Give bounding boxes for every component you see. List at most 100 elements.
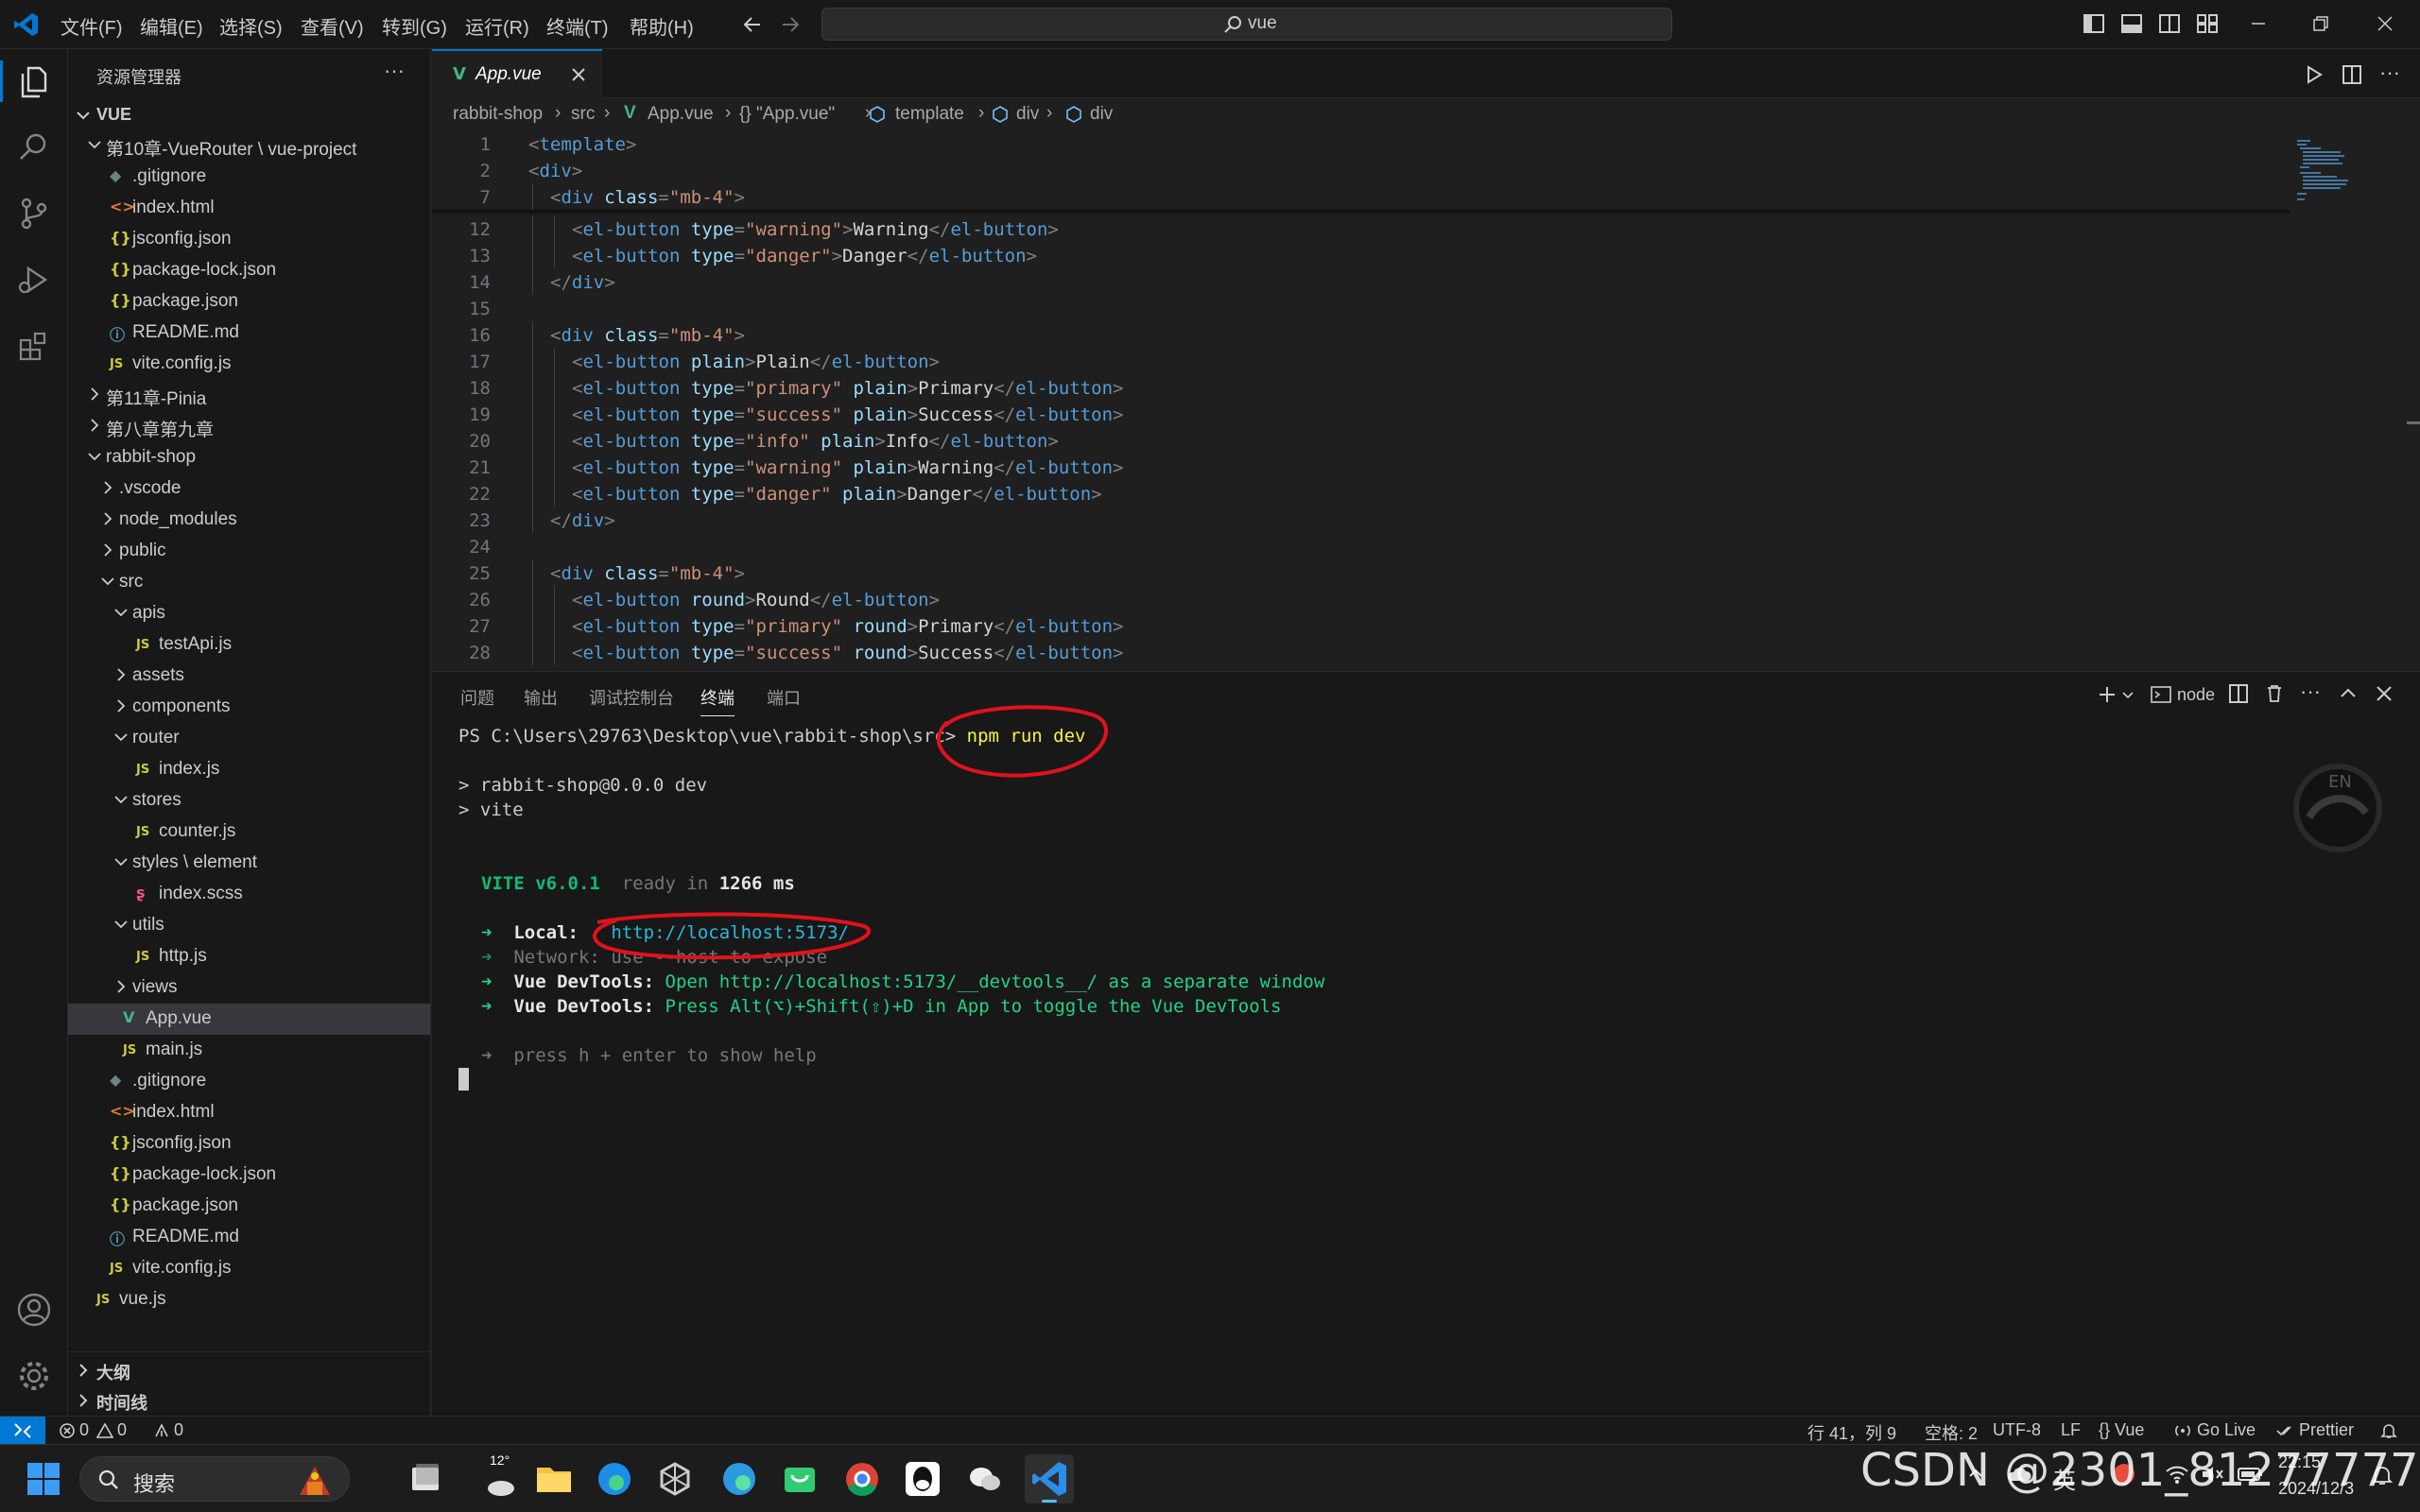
tree-file[interactable]: JS counter.js [68,816,430,848]
tree-file[interactable]: JS main.js [68,1035,430,1066]
breadcrumb-div[interactable]: div [1090,104,1113,125]
breadcrumb-template[interactable]: template [895,104,964,125]
trash-icon[interactable] [2264,683,2285,704]
menu-selection[interactable]: 选择(S) [219,12,283,40]
run-icon[interactable] [2304,64,2325,85]
tree-file[interactable]: ◆ .gitignore [68,1066,430,1097]
prettier-button[interactable]: Prettier [2299,1420,2354,1440]
tree-file[interactable]: JS http.js [68,941,430,972]
menu-edit[interactable]: 编辑(E) [140,12,203,40]
chrome-browser-icon[interactable] [838,1454,887,1503]
go-live-button[interactable]: Go Live [2197,1420,2256,1440]
breadcrumb-module[interactable]: {} "App.vue" [739,104,835,125]
breadcrumb-folder[interactable]: rabbit-shop [453,104,543,125]
line-ending[interactable]: LF [2061,1420,2081,1440]
tree-file[interactable]: {} package.json [68,1191,430,1222]
store-app-icon[interactable] [775,1454,824,1503]
indentation[interactable]: 空格: 2 [1925,1420,1978,1445]
back-arrow-icon[interactable] [741,13,764,36]
app-icon[interactable] [650,1454,700,1503]
tree-folder[interactable]: node_modules [68,505,430,536]
tree-folder[interactable]: public [68,536,430,567]
tree-folder[interactable]: styles \ element [68,848,430,879]
source-control-icon[interactable] [15,195,53,232]
tree-file[interactable]: ⓘ README.md [68,1222,430,1253]
extensions-icon[interactable] [15,327,53,365]
menu-file[interactable]: 文件(F) [60,12,123,40]
ports-count[interactable]: 0 [174,1420,183,1440]
restore-window-icon[interactable] [2310,13,2331,34]
cursor-position[interactable]: 行 41，列 9 [1807,1420,1896,1445]
tab-debug-console[interactable]: 调试控制台 [589,685,674,710]
tab-terminal[interactable]: 终端 [700,685,735,716]
error-count[interactable]: 0 [79,1420,89,1440]
vscode-taskbar-icon[interactable] [1025,1454,1074,1503]
command-center-search[interactable]: vue [821,8,1672,41]
tree-folder[interactable]: assets [68,661,430,692]
tree-file[interactable]: <> index.html [68,193,430,224]
edge-browser-icon[interactable] [590,1454,639,1503]
tab-problems[interactable]: 问题 [460,685,494,710]
widgets-weather-icon[interactable]: 12° [476,1452,526,1503]
maximize-panel-icon[interactable] [2338,683,2359,704]
minimize-window-icon[interactable] [2248,13,2269,34]
terminal-shell-label[interactable]: node [2177,685,2215,705]
tree-folder[interactable]: 第10章-VueRouter \ vue-project [68,130,430,162]
tree-folder[interactable]: rabbit-shop [68,442,430,473]
toggle-panel-icon[interactable] [2121,13,2142,34]
forward-arrow-icon[interactable] [779,13,802,36]
panel-more-icon[interactable]: ··· [2300,679,2321,704]
file-explorer-icon[interactable] [529,1454,579,1503]
notifications-bell-icon[interactable] [2380,1422,2397,1439]
workspace-root[interactable]: VUE [68,100,430,129]
search-view-icon[interactable] [15,129,53,166]
tree-file[interactable]: {} jsconfig.json [68,1128,430,1160]
split-terminal-icon[interactable] [2228,683,2249,704]
new-terminal-plus-icon[interactable] [2096,683,2118,706]
tree-file[interactable]: JS vue.js [68,1284,430,1315]
breadcrumb-src[interactable]: src [571,104,595,125]
run-debug-icon[interactable] [15,261,53,299]
wechat-app-icon[interactable] [960,1454,1010,1503]
tree-folder[interactable]: components [68,692,430,723]
tree-file[interactable]: JS vite.config.js [68,349,430,380]
tree-file[interactable]: JS testApi.js [68,629,430,661]
tree-folder[interactable]: utils [68,910,430,941]
toggle-primary-sidebar-icon[interactable] [2083,13,2104,34]
menu-terminal[interactable]: 终端(T) [546,12,609,40]
more-actions-icon[interactable]: ··· [384,59,405,83]
tree-folder[interactable]: src [68,567,430,598]
tree-file[interactable]: V App.vue [68,1004,430,1035]
tree-file[interactable]: <> index.html [68,1097,430,1128]
menu-help[interactable]: 帮助(H) [630,12,694,40]
tree-file[interactable]: {} package-lock.json [68,255,430,286]
tree-file[interactable]: JS index.js [68,754,430,785]
tree-folder[interactable]: router [68,723,430,754]
tree-file[interactable]: {} jsconfig.json [68,224,430,255]
editor-more-icon[interactable]: ··· [2379,60,2400,85]
close-panel-icon[interactable] [2374,683,2394,704]
toggle-secondary-sidebar-icon[interactable] [2159,13,2180,34]
minimap[interactable] [2291,130,2367,671]
remote-indicator-button[interactable] [0,1417,45,1445]
menu-view[interactable]: 查看(V) [301,12,364,40]
tree-folder[interactable]: stores [68,785,430,816]
tab-app-vue[interactable]: V App.vue [432,49,602,98]
breadcrumb-div[interactable]: div [1016,104,1039,125]
taskbar-search[interactable]: 搜索 [79,1456,350,1502]
tree-folder[interactable]: apis [68,598,430,629]
tab-output[interactable]: 输出 [524,685,558,710]
breadcrumb-file[interactable]: App.vue [648,104,714,125]
tree-file[interactable]: {} package-lock.json [68,1160,430,1191]
close-tab-icon[interactable] [570,66,587,83]
windows-start-icon[interactable] [26,1462,60,1496]
split-editor-icon[interactable] [2342,64,2362,85]
tree-folder[interactable]: views [68,972,430,1004]
outline-section[interactable]: 大纲 [68,1355,430,1383]
explorer-icon[interactable] [15,62,53,100]
tree-file[interactable]: ⓘ README.md [68,318,430,349]
menu-run[interactable]: 运行(R) [465,12,529,40]
close-window-icon[interactable] [2375,13,2395,34]
tree-file[interactable]: ◆ .gitignore [68,162,430,193]
timeline-section[interactable]: 时间线 [68,1385,430,1414]
